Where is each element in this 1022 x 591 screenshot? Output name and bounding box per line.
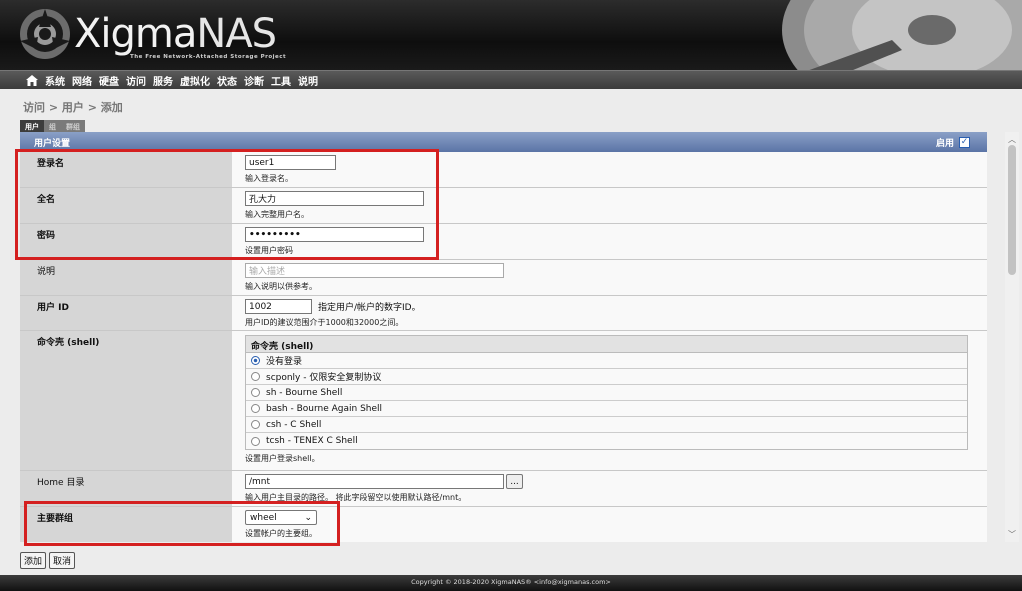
description-label: 说明 <box>20 260 232 295</box>
shell-option-sh[interactable]: sh - Bourne Shell <box>246 385 967 401</box>
shell-option-label: tcsh - TENEX C Shell <box>266 436 358 446</box>
section-header: 用户设置 启用 ✓ <box>20 132 987 152</box>
add-button[interactable]: 添加 <box>20 552 47 569</box>
radio-icon[interactable] <box>251 372 260 381</box>
radio-icon[interactable] <box>251 404 260 413</box>
footer-copyright: Copyright © 2018-2020 XigmaNAS® <info@xi… <box>0 575 1022 591</box>
nav-disks[interactable]: 硬盘 <box>99 73 119 88</box>
row-password: 密码 ••••••••• 设置用户密码 <box>20 224 987 260</box>
password-hint: 设置用户密码 <box>245 246 293 255</box>
fullname-label: 全名 <box>20 188 232 223</box>
scroll-thumb[interactable] <box>1008 145 1016 275</box>
cancel-button[interactable]: 取消 <box>49 552 76 569</box>
login-input[interactable]: user1 <box>245 155 336 170</box>
breadcrumb: 访问 > 用户 > 添加 <box>23 101 123 114</box>
nav-diagnostics[interactable]: 诊断 <box>244 73 264 88</box>
radio-icon[interactable] <box>251 388 260 397</box>
login-hint: 输入登录名。 <box>245 174 293 183</box>
row-shell: 命令壳 (shell) 命令壳 (shell) 没有登录 scponly - 仅… <box>20 331 987 471</box>
section-title: 用户设置 <box>34 138 71 149</box>
home-hint: 输入用户主目录的路径。 将此字段留空以使用默认路径/mnt。 <box>245 493 467 502</box>
nav-services[interactable]: 服务 <box>153 73 173 88</box>
group-select-value: wheel <box>250 512 277 523</box>
group-label: 主要群组 <box>20 507 232 542</box>
row-uid: 用户 ID 1002 指定用户/帐户的数字ID。 用户ID的建议范围介于1000… <box>20 296 987 331</box>
vertical-scrollbar[interactable]: ︿ ﹀ <box>1005 132 1019 542</box>
row-home: Home 目录 /mnt ... 输入用户主目录的路径。 将此字段留空以使用默认… <box>20 471 987 507</box>
home-label: Home 目录 <box>20 471 232 506</box>
main-nav: 系统 网络 硬盘 访问 服务 虚拟化 状态 诊断 工具 说明 <box>0 70 1022 89</box>
row-login: 登录名 user1 输入登录名。 <box>20 152 987 188</box>
nav-system[interactable]: 系统 <box>45 73 65 88</box>
shell-table-header: 命令壳 (shell) <box>246 336 967 353</box>
enable-label: 启用 <box>935 139 954 149</box>
fullname-hint: 输入完整用户名。 <box>245 210 309 219</box>
shell-option-label: csh - C Shell <box>266 419 322 430</box>
logo-mark-icon <box>20 9 70 59</box>
shell-option-label: 没有登录 <box>266 357 303 367</box>
form-buttons: 添加 取消 <box>20 552 76 569</box>
fullname-input[interactable]: 孔大力 <box>245 191 424 206</box>
logo-text: Xigma <box>74 11 197 57</box>
nav-access[interactable]: 访问 <box>126 73 146 88</box>
app-header: XigmaNAS The Free Network-Attached Stora… <box>0 0 1022 70</box>
radio-icon[interactable] <box>251 356 260 365</box>
password-label: 密码 <box>20 224 232 259</box>
shell-table: 命令壳 (shell) 没有登录 scponly - 仅限安全复制协议 sh -… <box>245 335 968 450</box>
shell-option-bash[interactable]: bash - Bourne Again Shell <box>246 401 967 417</box>
shell-option-nologin[interactable]: 没有登录 <box>246 353 967 369</box>
shell-option-label: scponly - 仅限安全复制协议 <box>266 373 382 383</box>
description-hint: 输入说明以供参考。 <box>245 282 317 291</box>
enable-toggle[interactable]: 启用 ✓ <box>936 136 970 149</box>
enable-checkbox[interactable]: ✓ <box>959 137 970 148</box>
nav-network[interactable]: 网络 <box>72 73 92 88</box>
nav-virtualization[interactable]: 虚拟化 <box>180 73 210 88</box>
shell-option-label: sh - Bourne Shell <box>266 387 343 398</box>
radio-icon[interactable] <box>251 436 260 446</box>
scroll-up-icon[interactable]: ︿ <box>1008 134 1016 145</box>
chevron-down-icon: ⌄ <box>304 512 312 523</box>
shell-option-tcsh[interactable]: tcsh - TENEX C Shell <box>246 433 967 449</box>
home-input[interactable]: /mnt <box>245 474 504 489</box>
uid-label: 用户 ID <box>20 296 232 330</box>
radio-icon[interactable] <box>251 420 260 429</box>
hard-disk-graphic <box>782 0 1022 70</box>
group-hint: 设置帐户的主要组。 <box>245 529 317 538</box>
row-description: 说明 输入描述 输入说明以供参考。 <box>20 260 987 296</box>
nav-tools[interactable]: 工具 <box>271 73 291 88</box>
nav-help[interactable]: 说明 <box>298 73 318 88</box>
description-input[interactable]: 输入描述 <box>245 263 504 278</box>
shell-label: 命令壳 (shell) <box>20 331 232 470</box>
shell-option-csh[interactable]: csh - C Shell <box>246 417 967 433</box>
password-input[interactable]: ••••••••• <box>245 227 424 242</box>
login-label: 登录名 <box>20 152 232 187</box>
row-fullname: 全名 孔大力 输入完整用户名。 <box>20 188 987 224</box>
uid-hint: 用户ID的建议范围介于1000和32000之间。 <box>245 318 404 327</box>
group-select[interactable]: wheel ⌄ <box>245 510 317 525</box>
browse-button[interactable]: ... <box>506 474 523 489</box>
user-settings-panel: 用户设置 启用 ✓ 登录名 user1 输入登录名。 全名 孔大力 输入完整用户… <box>20 132 987 542</box>
row-group: 主要群组 wheel ⌄ 设置帐户的主要组。 <box>20 507 987 542</box>
shell-option-label: bash - Bourne Again Shell <box>266 403 383 414</box>
uid-inline-hint: 指定用户/帐户的数字ID。 <box>318 303 421 313</box>
uid-input[interactable]: 1002 <box>245 299 312 314</box>
logo-text-nas: NAS <box>196 11 277 57</box>
logo-subtitle: The Free Network-Attached Storage Projec… <box>130 54 287 60</box>
shell-option-scponly[interactable]: scponly - 仅限安全复制协议 <box>246 369 967 385</box>
home-icon[interactable] <box>26 74 38 86</box>
scroll-down-icon[interactable]: ﹀ <box>1008 529 1016 540</box>
nav-status[interactable]: 状态 <box>217 73 237 88</box>
shell-hint: 设置用户登录shell。 <box>245 454 320 463</box>
